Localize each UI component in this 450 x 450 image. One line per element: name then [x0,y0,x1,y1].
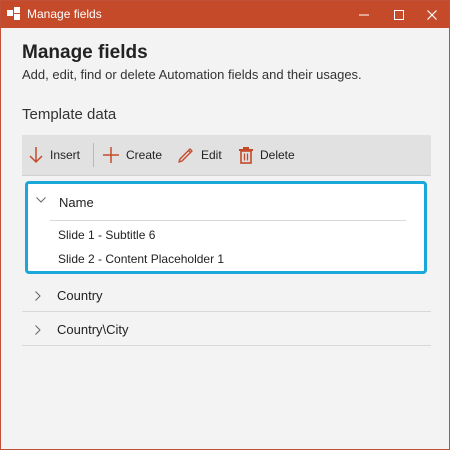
usage-item[interactable]: Slide 2 - Content Placeholder 1 [58,252,224,266]
usage-item[interactable]: Slide 1 - Subtitle 6 [58,228,155,242]
insert-label: Insert [50,148,81,162]
window-title: Manage fields [27,7,102,21]
tree-node-label: Country\City [57,322,129,337]
minimize-icon [359,14,369,15]
close-icon [427,9,437,20]
page-title: Manage fields [22,42,148,63]
chevron-right-icon[interactable] [35,291,41,301]
insert-button[interactable]: Insert [28,135,80,175]
edit-label: Edit [201,148,222,162]
divider [50,220,406,221]
toolbar-separator [93,143,94,167]
chevron-right-icon[interactable] [35,325,41,335]
trash-icon [239,147,253,164]
tree-node-label: Country [57,288,103,303]
section-title: Template data [22,106,117,123]
close-button[interactable] [415,1,449,28]
edit-button[interactable]: Edit [177,135,222,175]
manage-fields-window: Manage fields Manage fields Add, edit, f… [0,0,450,450]
plus-icon [103,147,119,163]
page-subtitle: Add, edit, find or delete Automation fie… [22,67,362,82]
maximize-icon [394,9,404,20]
pencil-icon [178,148,193,163]
title-bar[interactable]: Manage fields [1,1,449,28]
maximize-button[interactable] [382,1,416,28]
minimize-button[interactable] [347,1,381,28]
tree-node-header[interactable]: Name [28,184,424,218]
create-button[interactable]: Create [102,135,162,175]
create-label: Create [126,148,163,162]
arrow-down-icon [29,147,43,164]
delete-label: Delete [260,148,295,162]
toolbar: Insert Create Edit Delete [22,135,431,176]
tree-node-name[interactable]: Name Slide 1 - Subtitle 6 Slide 2 - Cont… [25,181,427,274]
app-logo-icon [7,7,20,20]
tree-node-country[interactable]: Country [22,279,431,312]
tree-node-country-city[interactable]: Country\City [22,313,431,346]
tree-node-label: Name [59,195,94,210]
chevron-down-icon[interactable] [36,197,46,203]
delete-button[interactable]: Delete [238,135,295,175]
